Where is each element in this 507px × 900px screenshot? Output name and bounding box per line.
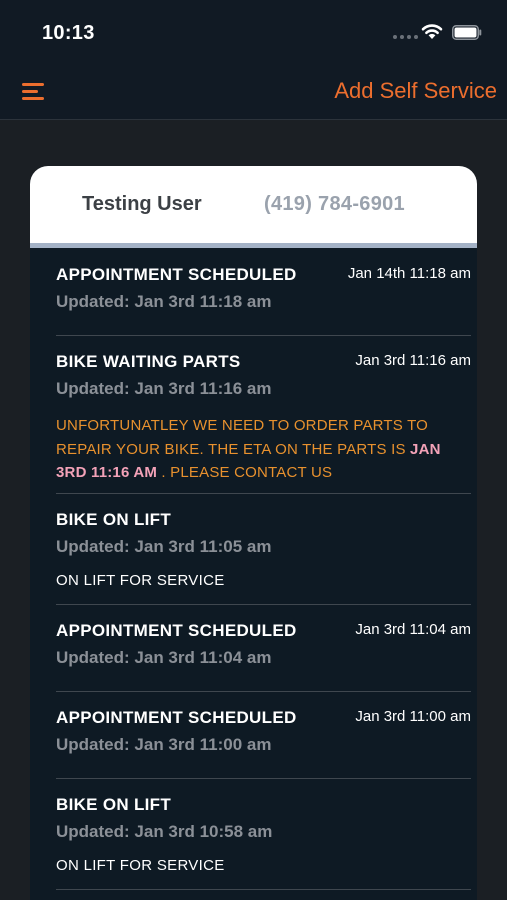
- updated-value: Jan 3rd 11:16 am: [134, 379, 272, 398]
- status-title: BIKE WAITING PARTS: [56, 352, 241, 371]
- updated-label: Updated:: [56, 822, 130, 841]
- updated-label: Updated:: [56, 648, 130, 667]
- status-time: 10:13: [42, 22, 95, 44]
- status-title: BIKE ON LIFT: [56, 795, 172, 814]
- message-text-end: . PLEASE CONTACT US: [157, 464, 333, 481]
- status-note: ON LIFT FOR SERVICE: [56, 857, 225, 874]
- updated-label: Updated:: [56, 292, 130, 311]
- status-updated: Updated: Jan 3rd 11:16 am: [56, 379, 271, 399]
- updated-label: Updated:: [56, 735, 130, 754]
- screen: 10:13 Add Self Service Testing User (419…: [0, 0, 507, 900]
- customer-name: Testing User: [82, 193, 202, 215]
- status-updated: Updated: Jan 3rd 11:00 am: [56, 735, 271, 755]
- updated-value: Jan 3rd 11:18 am: [134, 292, 272, 311]
- status-message: UNFORTUNATLEY WE NEED TO ORDER PARTS TO …: [56, 414, 468, 485]
- updated-value: Jan 3rd 11:05 am: [134, 537, 272, 556]
- battery-icon: [452, 25, 482, 40]
- status-bar: 10:13: [0, 0, 507, 66]
- updated-value: Jan 3rd 11:04 am: [134, 648, 272, 667]
- status-updated: Updated: Jan 3rd 11:05 am: [56, 537, 271, 557]
- status-date: Jan 3rd 11:16 am: [355, 352, 471, 369]
- updated-label: Updated:: [56, 537, 130, 556]
- wifi-icon: [421, 24, 443, 39]
- status-title: APPOINTMENT SCHEDULED: [56, 708, 297, 727]
- customer-header: Testing User (419) 784-6901: [30, 166, 477, 248]
- updated-value: Jan 3rd 10:58 am: [134, 822, 273, 841]
- status-entry[interactable]: APPOINTMENT SCHEDULED Jan 14th 11:18 am …: [56, 248, 471, 336]
- status-note: ON LIFT FOR SERVICE: [56, 572, 225, 589]
- message-text: UNFORTUNATLEY WE NEED TO ORDER PARTS TO …: [56, 417, 429, 458]
- status-date: Jan 3rd 11:00 am: [355, 708, 471, 725]
- status-entry[interactable]: BIKE ON LIFT Updated: Jan 3rd 11:05 am O…: [56, 494, 471, 605]
- service-history-card: Testing User (419) 784-6901 APPOINTMENT …: [30, 166, 477, 900]
- status-entry[interactable]: BIKE WAITING PARTS Jan 3rd 11:16 am Upda…: [56, 336, 471, 494]
- customer-phone[interactable]: (419) 784-6901: [264, 193, 405, 216]
- status-date: Jan 14th 11:18 am: [347, 265, 471, 282]
- status-updated: Updated: Jan 3rd 11:18 am: [56, 292, 271, 312]
- status-date: Jan 3rd 11:04 am: [355, 621, 471, 638]
- updated-label: Updated:: [56, 379, 130, 398]
- nav-bar: Add Self Service: [0, 66, 507, 120]
- updated-value: Jan 3rd 11:00 am: [134, 735, 272, 754]
- status-entry[interactable]: APPOINTMENT SCHEDULED Jan 3rd 11:00 am U…: [56, 692, 471, 779]
- add-self-service-button[interactable]: Add Self Service: [334, 78, 497, 104]
- status-title: APPOINTMENT SCHEDULED: [56, 265, 297, 284]
- status-entry[interactable]: APPOINTMENT SCHEDULED Jan 3rd 11:04 am U…: [56, 605, 471, 692]
- status-title: BIKE ON LIFT: [56, 510, 172, 529]
- cellular-signal-icon: [393, 35, 418, 39]
- status-entry[interactable]: BIKE ON LIFT Updated: Jan 3rd 10:58 am O…: [56, 779, 471, 890]
- status-updated: Updated: Jan 3rd 11:04 am: [56, 648, 271, 668]
- status-title: APPOINTMENT SCHEDULED: [56, 621, 297, 640]
- status-updated: Updated: Jan 3rd 10:58 am: [56, 822, 272, 842]
- status-list: APPOINTMENT SCHEDULED Jan 14th 11:18 am …: [30, 248, 477, 890]
- hamburger-menu-icon[interactable]: [20, 80, 48, 104]
